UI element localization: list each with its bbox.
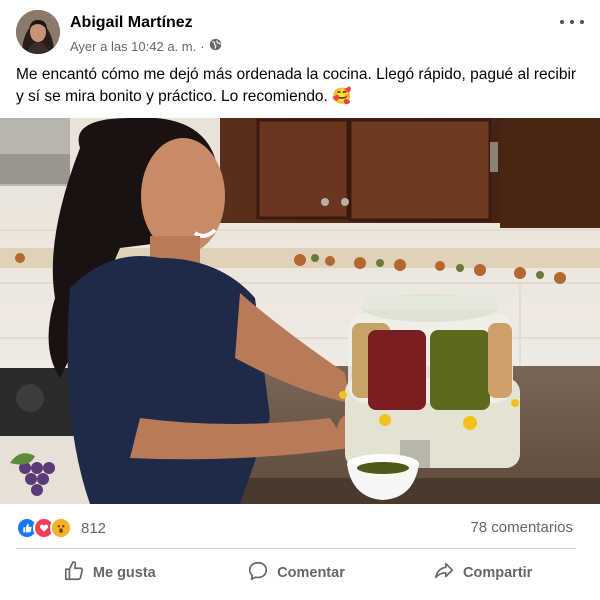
comments-count[interactable]: 78 comentarios	[470, 519, 573, 536]
meta-separator: ·	[200, 38, 205, 54]
like-button[interactable]: Me gusta	[16, 554, 203, 592]
reaction-summary[interactable]: 812	[16, 516, 106, 540]
globe-icon	[209, 38, 222, 54]
post-actions: Me gusta Comentar Compartir	[16, 554, 576, 592]
post-meta: Ayer a las 10:42 a. m. ·	[70, 38, 222, 54]
like-label: Me gusta	[92, 565, 156, 581]
author-name[interactable]: Abigail Martínez	[70, 14, 193, 32]
post-photo[interactable]	[0, 118, 600, 504]
comment-icon	[247, 560, 269, 586]
reaction-count[interactable]: 812	[81, 520, 106, 537]
share-icon	[433, 560, 455, 586]
post-timestamp[interactable]: Ayer a las 10:42 a. m.	[70, 39, 196, 54]
divider	[16, 548, 576, 549]
avatar[interactable]	[16, 10, 60, 54]
thumbs-up-icon	[63, 560, 85, 586]
more-options-icon[interactable]	[560, 12, 584, 32]
comment-button[interactable]: Comentar	[203, 554, 390, 592]
wow-icon	[50, 517, 72, 539]
post-header: Abigail Martínez Ayer a las 10:42 a. m. …	[0, 0, 600, 62]
comment-label: Comentar	[277, 565, 345, 581]
share-button[interactable]: Compartir	[389, 554, 576, 592]
share-label: Compartir	[463, 565, 533, 581]
post-text: Me encantó cómo me dejó más ordenada la …	[16, 66, 577, 105]
